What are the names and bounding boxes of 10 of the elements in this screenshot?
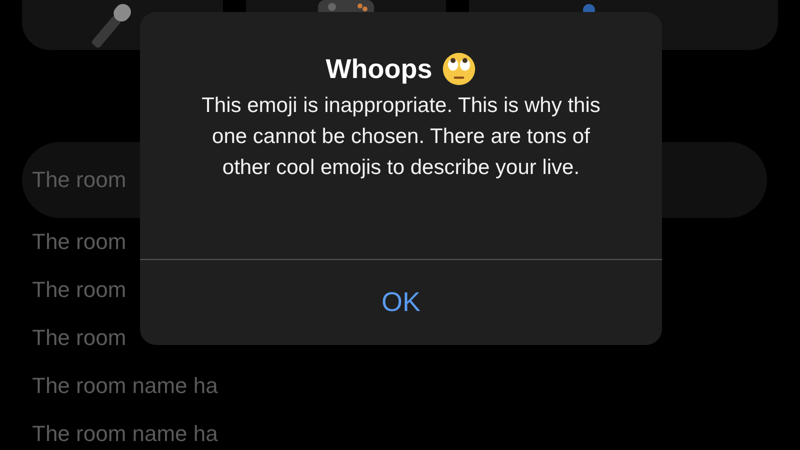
room-row[interactable]: The room [22,314,126,362]
room-row[interactable]: The room [22,266,126,314]
ok-button[interactable]: OK [140,260,662,345]
gamepad-icon [318,0,374,12]
alert-title: Whoops [326,54,432,84]
room-row[interactable]: The room name ha [22,410,218,450]
alert-message: This emoji is inappropriate. This is why this one cannot be chosen. There are tons of other cool emojis to describe your live. [200,93,602,181]
eye-roll-emoji-icon [442,52,476,86]
room-row[interactable]: The room [22,218,126,266]
room-row[interactable]: The room name ha [22,362,218,410]
